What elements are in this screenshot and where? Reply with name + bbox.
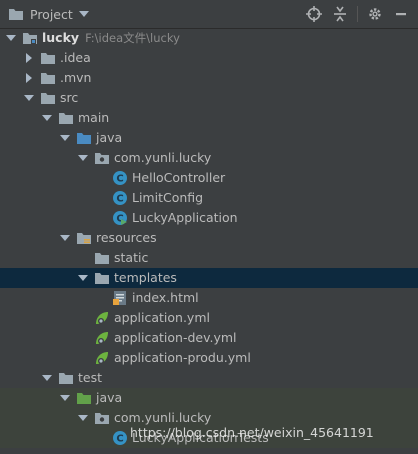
chevron-down-icon[interactable] <box>78 153 88 163</box>
folder-icon <box>94 250 110 266</box>
tree-node-main-java[interactable]: java <box>0 128 418 148</box>
tree-node-label: templates <box>114 270 177 285</box>
chevron-down-icon[interactable] <box>6 33 16 43</box>
tree-node-label: java <box>96 130 123 145</box>
tree-node-templates[interactable]: templates <box>0 268 418 288</box>
tree-node-application-dev-yml[interactable]: application-dev.yml <box>0 328 418 348</box>
chevron-down-icon[interactable] <box>78 273 88 283</box>
tree-node-label: test <box>78 370 103 385</box>
folder-icon <box>40 70 56 86</box>
tree-node-lucky-application[interactable]: LuckyApplication <box>0 208 418 228</box>
root-path: F:\idea文件\lucky <box>85 31 180 45</box>
tree-node-label: com.yunli.lucky <box>114 410 212 425</box>
chevron-down-icon[interactable] <box>78 413 88 423</box>
tree-node-label: application.yml <box>114 310 210 325</box>
tree-node-main[interactable]: main <box>0 108 418 128</box>
tree-node-limit-config[interactable]: LimitConfig <box>0 188 418 208</box>
tree-node-label: main <box>78 110 110 125</box>
project-folder-icon <box>8 6 24 22</box>
tree-node-label: com.yunli.lucky <box>114 150 212 165</box>
tree-node-label: application-produ.yml <box>114 350 251 365</box>
tree-node-index-html[interactable]: index.html <box>0 288 418 308</box>
tree-node-application-yml[interactable]: application.yml <box>0 308 418 328</box>
test-source-folder-icon <box>76 390 92 406</box>
chevron-right-icon[interactable] <box>24 53 34 63</box>
project-view-selector[interactable]: Project <box>8 6 89 22</box>
project-toolbar: Project <box>0 0 418 29</box>
collapse-all-icon[interactable] <box>331 5 349 23</box>
folder-icon <box>40 50 56 66</box>
tree-node-label: index.html <box>132 290 199 305</box>
spring-config-icon <box>94 350 110 366</box>
root-name: lucky <box>42 30 80 45</box>
folder-icon <box>94 270 110 286</box>
tree-node-label: LimitConfig <box>132 190 204 205</box>
tree-node-label: lucky F:\idea文件\lucky <box>42 30 180 46</box>
tree-node-label: application-dev.yml <box>114 330 237 345</box>
module-folder-icon <box>22 30 38 46</box>
resources-folder-icon <box>76 230 92 246</box>
folder-icon <box>40 90 56 106</box>
spring-config-icon <box>94 330 110 346</box>
package-icon <box>94 410 110 426</box>
chevron-down-icon[interactable] <box>60 133 70 143</box>
watermark-text: https://blog.csdn.net/weixin_45641191 <box>130 425 374 440</box>
tree-node-idea[interactable]: .idea <box>0 48 418 68</box>
tree-node-label: .idea <box>60 50 91 65</box>
spring-config-icon <box>94 310 110 326</box>
tree-node-hello-controller[interactable]: HelloController <box>0 168 418 188</box>
chevron-down-icon[interactable] <box>42 113 52 123</box>
tree-node-label: static <box>114 250 149 265</box>
project-view-title: Project <box>30 6 73 22</box>
tree-node-label: java <box>96 390 123 405</box>
tree-node-mvn[interactable]: .mvn <box>0 68 418 88</box>
chevron-down-icon[interactable] <box>60 233 70 243</box>
chevron-down-icon[interactable] <box>79 9 89 19</box>
chevron-right-icon[interactable] <box>24 73 34 83</box>
gear-icon[interactable] <box>366 5 384 23</box>
package-icon <box>94 150 110 166</box>
tree-node-main-package[interactable]: com.yunli.lucky <box>0 148 418 168</box>
tree-node-application-produ-yml[interactable]: application-produ.yml <box>0 348 418 368</box>
tree-node-label: LuckyApplication <box>132 210 238 225</box>
hide-icon[interactable] <box>392 5 410 23</box>
java-class-icon <box>112 430 128 446</box>
chevron-down-icon[interactable] <box>42 373 52 383</box>
java-class-icon <box>112 190 128 206</box>
tree-node-static[interactable]: static <box>0 248 418 268</box>
tree-node-label: src <box>60 90 79 105</box>
chevron-down-icon[interactable] <box>60 393 70 403</box>
tree-node-label: resources <box>96 230 157 245</box>
html-file-icon <box>112 290 128 306</box>
locate-icon[interactable] <box>305 5 323 23</box>
project-tree: lucky F:\idea文件\lucky .idea .mvn src main… <box>0 28 418 454</box>
tree-node-label: .mvn <box>60 70 92 85</box>
tree-node-test[interactable]: test <box>0 368 418 388</box>
tree-node-test-java[interactable]: java <box>0 388 418 408</box>
folder-icon <box>58 110 74 126</box>
tree-node-lucky[interactable]: lucky F:\idea文件\lucky <box>0 28 418 48</box>
folder-icon <box>58 370 74 386</box>
runnable-class-icon <box>112 210 128 226</box>
chevron-down-icon[interactable] <box>24 93 34 103</box>
tree-node-label: HelloController <box>132 170 226 185</box>
source-folder-icon <box>76 130 92 146</box>
toolbar-divider <box>357 6 358 22</box>
tree-node-resources[interactable]: resources <box>0 228 418 248</box>
java-class-icon <box>112 170 128 186</box>
tree-node-src[interactable]: src <box>0 88 418 108</box>
